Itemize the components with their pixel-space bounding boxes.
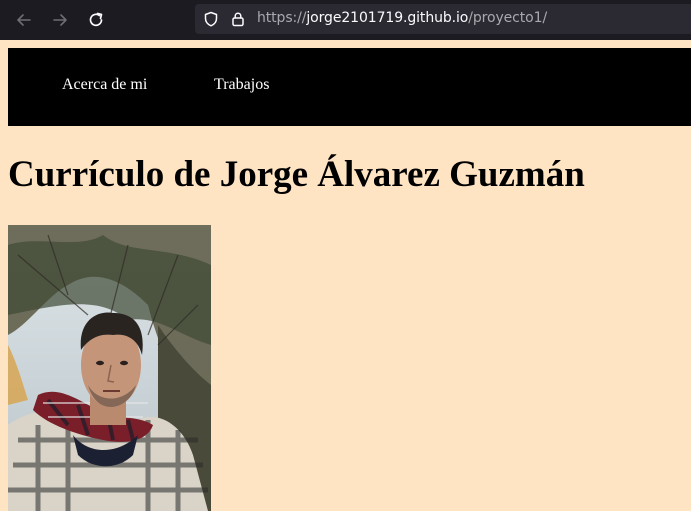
- reload-button[interactable]: [84, 8, 108, 32]
- browser-toolbar: https://jorge2101719.github.io/proyecto1…: [0, 0, 691, 40]
- url-scheme: https://: [257, 10, 307, 26]
- site-nav: Acerca de mi Trabajos: [8, 48, 691, 126]
- forward-arrow-icon: [53, 14, 67, 26]
- page-title: Currículo de Jorge Álvarez Guzmán: [8, 154, 585, 195]
- nav-link-trabajos[interactable]: Trabajos: [214, 76, 269, 94]
- url-bar[interactable]: https://jorge2101719.github.io/proyecto1…: [195, 4, 691, 34]
- shield-icon[interactable]: [203, 11, 219, 31]
- url-host: jorge2101719.github.io: [306, 10, 469, 26]
- forward-button[interactable]: [48, 8, 72, 32]
- back-arrow-icon: [17, 14, 31, 26]
- profile-photo: [8, 225, 211, 511]
- back-button[interactable]: [12, 8, 36, 32]
- url-path: /proyecto1/: [468, 10, 548, 26]
- reload-icon: [89, 12, 103, 27]
- nav-link-acerca[interactable]: Acerca de mi: [62, 76, 147, 94]
- lock-icon[interactable]: [230, 11, 246, 31]
- url-text[interactable]: https://jorge2101719.github.io/proyecto1…: [257, 10, 547, 26]
